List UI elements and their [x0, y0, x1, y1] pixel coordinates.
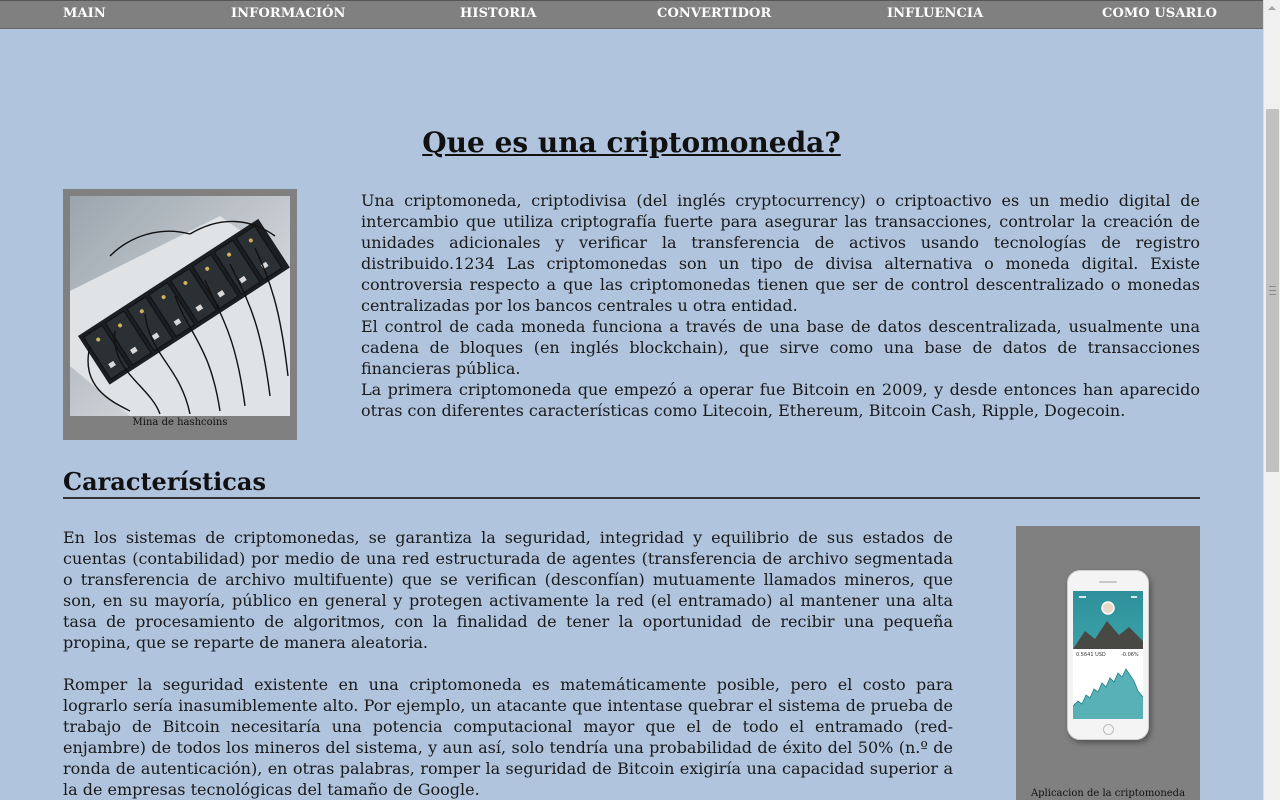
phone-app-header [1073, 591, 1143, 649]
mining-rig-image [70, 196, 290, 416]
intro-paragraph-1: Una criptomoneda, criptodivisa (del ingl… [361, 191, 1200, 315]
nav-item-como-usarlo[interactable]: COMO USARLO [1102, 6, 1217, 21]
scroll-grip-icon [1269, 286, 1276, 295]
section-paragraph-2: Romper la seguridad existente en una cri… [63, 675, 953, 799]
phone-change: -0.06% [1121, 652, 1139, 658]
phone-balance: 0.5641 USD [1076, 652, 1106, 658]
scroll-thumb[interactable] [1266, 109, 1279, 472]
section-divider [63, 497, 1200, 499]
section-paragraph-1: En los sistemas de criptomonedas, se gar… [63, 528, 953, 652]
phone-figure-caption: Aplicacion de la criptomoneda [1030, 788, 1186, 799]
mining-rig-illustration [70, 196, 290, 416]
phone-speaker [1099, 581, 1117, 583]
phone-price-chart [1073, 668, 1143, 719]
nav-item-main[interactable]: MAIN [63, 6, 106, 21]
mining-figure: Mina de hashcoins [63, 189, 297, 440]
top-navbar: MAIN INFORMACIÓN HISTORIA CONVERTIDOR IN… [0, 0, 1263, 29]
phone-app-figure: 0.5641 USD -0.06% Aplicacion de la cript… [1016, 526, 1200, 800]
phone-screen: 0.5641 USD -0.06% [1073, 591, 1143, 719]
phone-home-button [1103, 724, 1114, 735]
nav-item-convertidor[interactable]: CONVERTIDOR [657, 6, 771, 21]
phone-image: 0.5641 USD -0.06% [1067, 570, 1149, 740]
intro-paragraph-3: La primera criptomoneda que empezó a ope… [361, 380, 1200, 420]
intro-paragraph-2: El control de cada moneda funciona a tra… [361, 317, 1200, 378]
section-heading-caracteristicas: Características [63, 467, 266, 496]
phone-header-graphic [1073, 596, 1143, 649]
nav-item-informacion[interactable]: INFORMACIÓN [231, 6, 346, 21]
page-title: Que es una criptomoneda? [422, 126, 841, 159]
mining-figure-caption: Mina de hashcoins [132, 417, 228, 428]
nav-item-historia[interactable]: HISTORIA [460, 6, 537, 21]
nav-item-influencia[interactable]: INFLUENCIA [887, 6, 983, 21]
vertical-scrollbar[interactable] [1263, 0, 1280, 800]
scroll-up-arrow-icon[interactable] [1268, 6, 1276, 10]
